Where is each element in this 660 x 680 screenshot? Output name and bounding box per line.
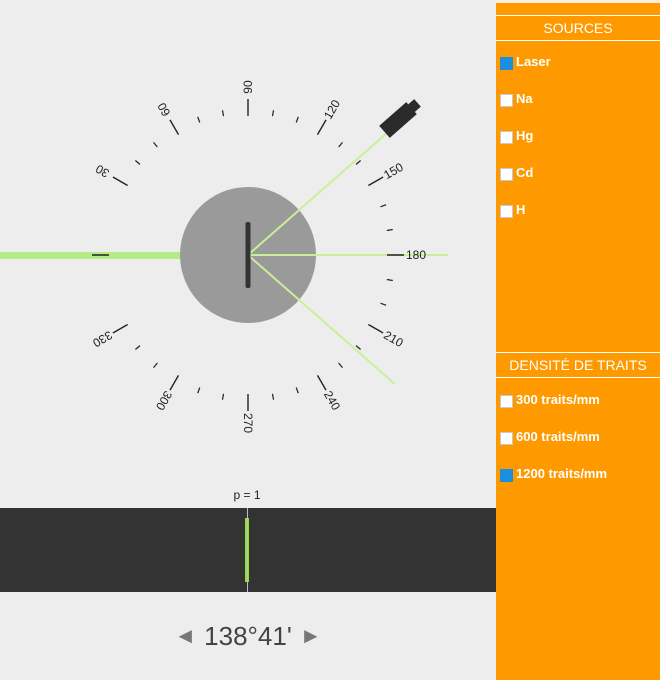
dial-tick <box>153 142 158 148</box>
angle-decrease-button[interactable]: ◄ <box>174 625 196 647</box>
source-option-hg[interactable]: Hg <box>500 126 533 144</box>
dial-tick <box>338 142 343 148</box>
density-label-600: 600 traits/mm <box>516 428 600 444</box>
dial-tick-label: 90 <box>241 80 255 94</box>
checkbox-hg[interactable] <box>500 130 513 144</box>
angle-increase-button[interactable]: ► <box>300 625 322 647</box>
dial-tick <box>316 375 327 391</box>
density-option-300[interactable]: 300 traits/mm <box>500 390 600 408</box>
checkbox-1200[interactable] <box>500 468 513 482</box>
density-label-300: 300 traits/mm <box>516 391 600 407</box>
checkbox-laser[interactable] <box>500 56 513 70</box>
dial-tick <box>153 362 158 368</box>
grating <box>245 222 251 288</box>
checkbox-cd[interactable] <box>500 167 513 181</box>
dial-tick <box>316 119 327 135</box>
goniometer-dial: 90 120 150 180 210 240 270 300 330 30 60 <box>0 80 448 433</box>
dial-tick <box>271 110 275 117</box>
source-label-na: Na <box>516 90 533 106</box>
dial-tick <box>338 362 343 368</box>
density-header: DENSITÉ DE TRAITS <box>496 352 660 378</box>
checkbox-300[interactable] <box>500 394 513 408</box>
dial-tick <box>380 302 387 306</box>
dial-tick-label: 240 <box>321 388 343 413</box>
dial-tick <box>295 116 299 123</box>
dial-tick-label: 330 <box>90 328 115 350</box>
dial-tick <box>112 323 128 334</box>
dial-tick <box>355 160 361 165</box>
source-label-h: H <box>516 201 526 217</box>
spectrum-view <box>0 508 496 592</box>
dial-tick <box>135 345 141 350</box>
source-label-cd: Cd <box>516 164 534 180</box>
density-option-600[interactable]: 600 traits/mm <box>500 427 600 445</box>
angle-control: ◄ 138°41' ► <box>0 616 496 656</box>
checkbox-na[interactable] <box>500 93 513 107</box>
dial-tick-label: 30 <box>93 161 112 180</box>
dial-tick <box>197 387 201 394</box>
density-option-1200[interactable]: 1200 traits/mm <box>500 464 607 482</box>
dial-tick-label: 300 <box>153 388 175 413</box>
dial-tick-label: 150 <box>381 160 406 182</box>
source-option-h[interactable]: H <box>500 200 525 218</box>
dial-tick-label: 180 <box>406 248 426 262</box>
dial-tick <box>368 323 384 334</box>
dial-tick <box>355 345 361 350</box>
dial-tick <box>386 278 393 282</box>
control-panel: SOURCES Laser Na Hg Cd H DENSITÉ DE TRAI… <box>496 3 660 680</box>
dial-tick <box>380 204 387 208</box>
spectrum-cursor <box>247 508 248 592</box>
dial-tick <box>135 160 141 165</box>
dial-tick-label: 210 <box>381 328 406 350</box>
goniometer-stage: 90 120 150 180 210 240 270 300 330 30 60 p = 1 ◄ 1… <box>0 0 496 680</box>
dial-tick <box>197 116 201 123</box>
angle-readout: 138°41' <box>204 620 292 651</box>
dial-tick <box>169 375 180 391</box>
checkbox-h[interactable] <box>500 204 513 218</box>
dial-tick <box>386 228 393 232</box>
source-option-laser[interactable]: Laser <box>500 52 551 70</box>
source-option-cd[interactable]: Cd <box>500 163 533 181</box>
dial-tick-label: 60 <box>154 100 173 119</box>
dial-tick <box>112 176 128 187</box>
order-label: p = 1 <box>233 488 261 502</box>
dial-tick <box>368 176 384 187</box>
source-label-laser: Laser <box>516 53 551 69</box>
dial-tick-label: 270 <box>241 413 255 433</box>
source-label-hg: Hg <box>516 127 534 143</box>
dial-tick <box>169 119 180 135</box>
dial-tick <box>221 110 225 117</box>
checkbox-600[interactable] <box>500 431 513 445</box>
source-option-na[interactable]: Na <box>500 89 533 107</box>
sources-header: SOURCES <box>496 15 660 41</box>
telescope[interactable] <box>379 97 423 138</box>
dial-tick <box>271 393 275 400</box>
density-label-1200: 1200 traits/mm <box>516 465 608 481</box>
dial-tick <box>295 387 299 394</box>
dial-tick <box>221 393 225 400</box>
dial-tick-label: 120 <box>321 97 343 122</box>
